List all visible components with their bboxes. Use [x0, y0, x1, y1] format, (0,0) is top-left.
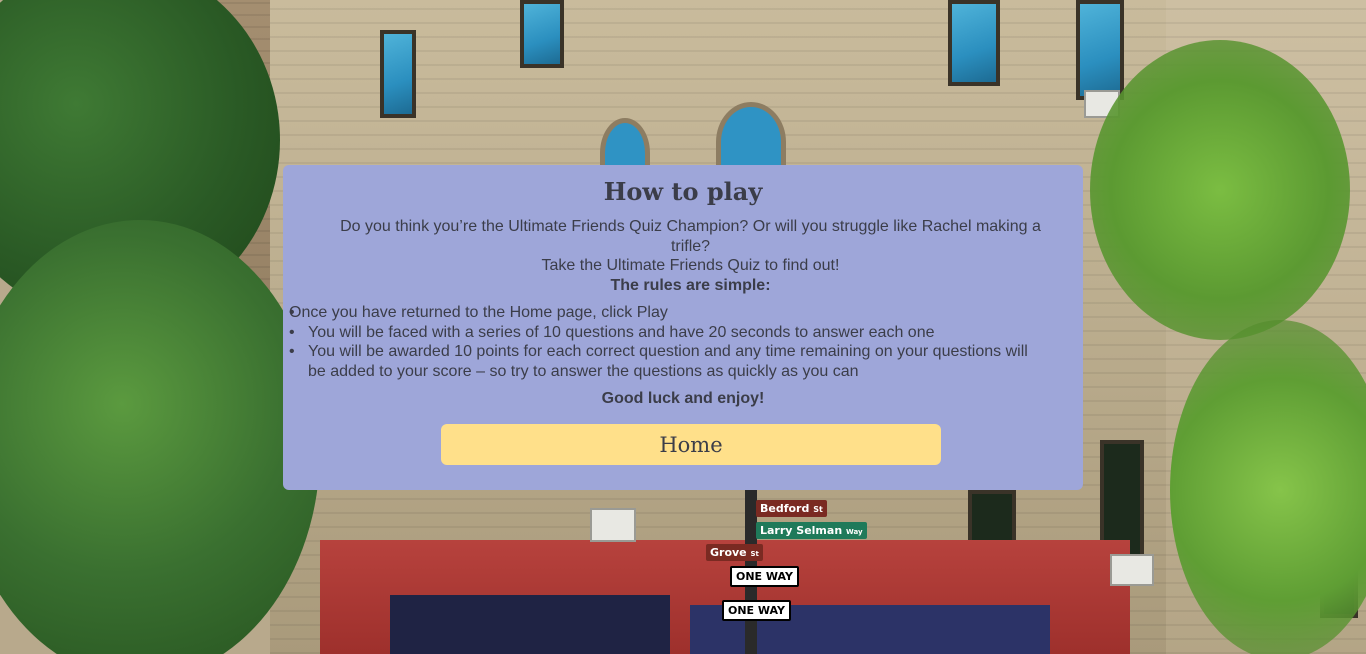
rule-item: • You will be faced with a series of 10 …	[289, 323, 1049, 343]
bullet-icon: •	[289, 323, 295, 341]
bedford-street-sign: Bedford St	[756, 500, 827, 517]
dark-awning	[390, 595, 670, 654]
rules-heading: The rules are simple:	[610, 276, 771, 294]
air-conditioner	[1110, 554, 1154, 586]
rule-text: You will be faced with a series of 10 qu…	[308, 323, 935, 341]
rules-list: • Once you have returned to the Home pag…	[289, 303, 1049, 381]
rule-text: You will be awarded 10 points for each c…	[308, 343, 1028, 380]
rule-item: • Once you have returned to the Home pag…	[289, 303, 1049, 323]
home-button[interactable]: Home	[441, 424, 941, 465]
grove-street-sign: Grove St	[706, 544, 763, 561]
larry-selman-way-sign: Larry Selman Way	[756, 522, 867, 539]
intro-question: Do you think you’re the Ultimate Friends…	[340, 218, 1041, 255]
card-title: How to play	[603, 177, 763, 206]
intro-text: Do you think you’re the Ultimate Friends…	[323, 217, 1058, 295]
building-window	[520, 0, 564, 68]
rule-text: Once you have returned to the Home page,…	[289, 304, 668, 321]
rule-item: • You will be awarded 10 points for each…	[289, 342, 1049, 381]
how-to-play-card: How to play Do you think you’re the Ulti…	[283, 165, 1083, 490]
air-conditioner	[590, 508, 636, 542]
building-window	[1076, 0, 1124, 100]
intro-call-to-action: Take the Ultimate Friends Quiz to find o…	[541, 257, 840, 274]
closing-text: Good luck and enjoy!	[601, 390, 765, 407]
building-window	[948, 0, 1000, 86]
background-photo: Bedford St Larry Selman Way Grove St ONE…	[0, 0, 1366, 654]
one-way-sign: ONE WAY	[730, 566, 799, 587]
one-way-sign: ONE WAY	[722, 600, 791, 621]
tree-foliage	[1090, 40, 1350, 340]
bullet-icon: •	[289, 343, 295, 360]
building-window	[380, 30, 416, 118]
